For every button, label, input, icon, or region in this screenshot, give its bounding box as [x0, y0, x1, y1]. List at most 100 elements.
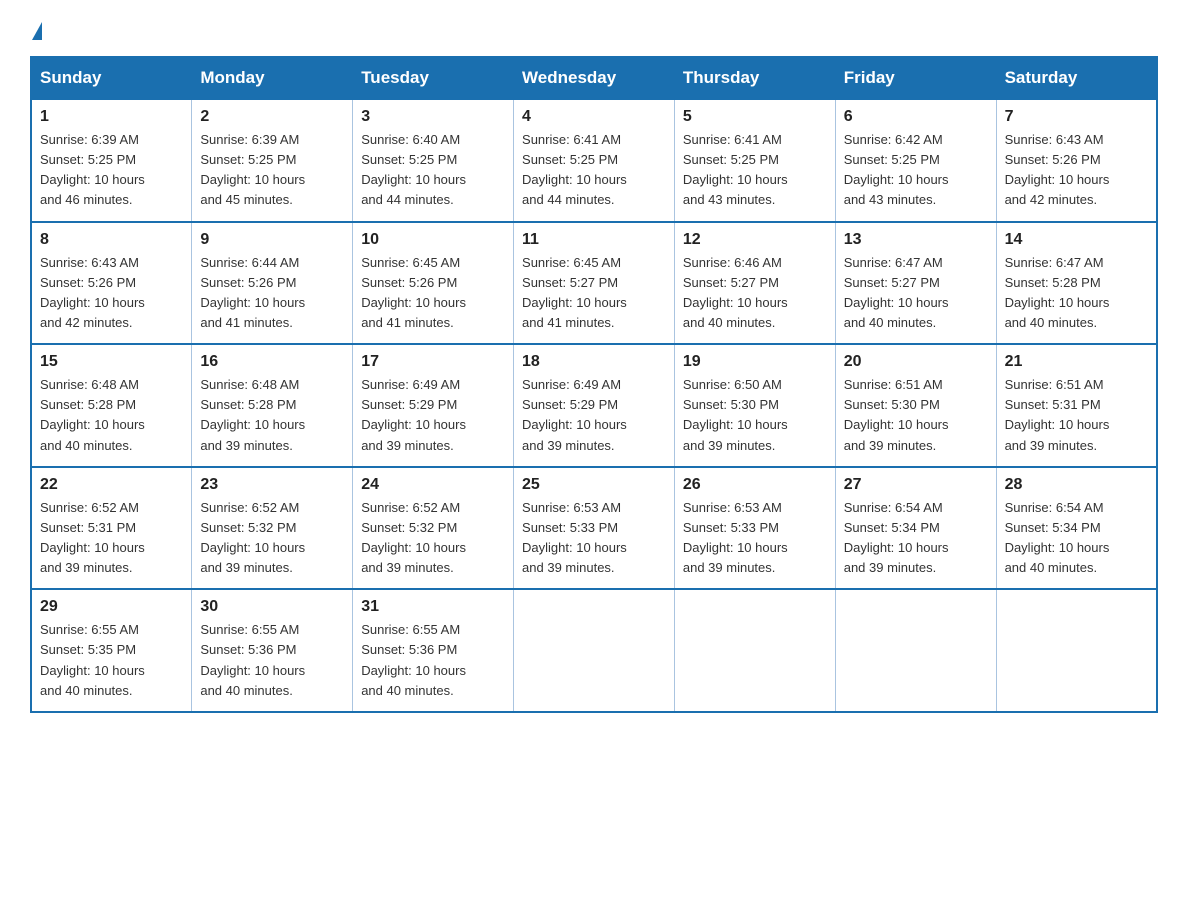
- calendar-cell: [514, 589, 675, 712]
- day-info: Sunrise: 6:53 AMSunset: 5:33 PMDaylight:…: [683, 498, 827, 579]
- calendar-cell: 7 Sunrise: 6:43 AMSunset: 5:26 PMDaylight…: [996, 99, 1157, 222]
- day-number: 11: [522, 231, 666, 249]
- calendar-cell: 21 Sunrise: 6:51 AMSunset: 5:31 PMDayligh…: [996, 344, 1157, 467]
- day-number: 16: [200, 353, 344, 371]
- calendar-table: SundayMondayTuesdayWednesdayThursdayFrid…: [30, 56, 1158, 713]
- calendar-cell: 1 Sunrise: 6:39 AMSunset: 5:25 PMDaylight…: [31, 99, 192, 222]
- calendar-cell: 15 Sunrise: 6:48 AMSunset: 5:28 PMDayligh…: [31, 344, 192, 467]
- day-number: 5: [683, 108, 827, 126]
- day-info: Sunrise: 6:43 AMSunset: 5:26 PMDaylight:…: [1005, 130, 1148, 211]
- day-info: Sunrise: 6:49 AMSunset: 5:29 PMDaylight:…: [522, 375, 666, 456]
- day-info: Sunrise: 6:55 AMSunset: 5:36 PMDaylight:…: [361, 620, 505, 701]
- weekday-header-saturday: Saturday: [996, 57, 1157, 99]
- day-info: Sunrise: 6:40 AMSunset: 5:25 PMDaylight:…: [361, 130, 505, 211]
- day-number: 8: [40, 231, 183, 249]
- day-info: Sunrise: 6:48 AMSunset: 5:28 PMDaylight:…: [200, 375, 344, 456]
- calendar-cell: 9 Sunrise: 6:44 AMSunset: 5:26 PMDaylight…: [192, 222, 353, 345]
- calendar-cell: 25 Sunrise: 6:53 AMSunset: 5:33 PMDayligh…: [514, 467, 675, 590]
- calendar-cell: 16 Sunrise: 6:48 AMSunset: 5:28 PMDayligh…: [192, 344, 353, 467]
- calendar-cell: 24Sunrise: 6:52 AMSunset: 5:32 PMDayligh…: [353, 467, 514, 590]
- calendar-cell: 8 Sunrise: 6:43 AMSunset: 5:26 PMDaylight…: [31, 222, 192, 345]
- calendar-cell: 3 Sunrise: 6:40 AMSunset: 5:25 PMDaylight…: [353, 99, 514, 222]
- calendar-cell: 31 Sunrise: 6:55 AMSunset: 5:36 PMDayligh…: [353, 589, 514, 712]
- calendar-cell: 29 Sunrise: 6:55 AMSunset: 5:35 PMDayligh…: [31, 589, 192, 712]
- calendar-cell: [996, 589, 1157, 712]
- calendar-cell: 11 Sunrise: 6:45 AMSunset: 5:27 PMDayligh…: [514, 222, 675, 345]
- calendar-week-row: 15 Sunrise: 6:48 AMSunset: 5:28 PMDayligh…: [31, 344, 1157, 467]
- calendar-header-row: SundayMondayTuesdayWednesdayThursdayFrid…: [31, 57, 1157, 99]
- day-number: 3: [361, 108, 505, 126]
- day-info: Sunrise: 6:44 AMSunset: 5:26 PMDaylight:…: [200, 253, 344, 334]
- weekday-header-wednesday: Wednesday: [514, 57, 675, 99]
- calendar-cell: 28 Sunrise: 6:54 AMSunset: 5:34 PMDayligh…: [996, 467, 1157, 590]
- day-number: 17: [361, 353, 505, 371]
- day-info: Sunrise: 6:47 AMSunset: 5:27 PMDaylight:…: [844, 253, 988, 334]
- calendar-cell: 26 Sunrise: 6:53 AMSunset: 5:33 PMDayligh…: [674, 467, 835, 590]
- day-info: Sunrise: 6:55 AMSunset: 5:35 PMDaylight:…: [40, 620, 183, 701]
- day-number: 21: [1005, 353, 1148, 371]
- calendar-cell: 5 Sunrise: 6:41 AMSunset: 5:25 PMDaylight…: [674, 99, 835, 222]
- calendar-week-row: 8 Sunrise: 6:43 AMSunset: 5:26 PMDaylight…: [31, 222, 1157, 345]
- day-info: Sunrise: 6:39 AMSunset: 5:25 PMDaylight:…: [40, 130, 183, 211]
- day-number: 10: [361, 231, 505, 249]
- day-info: Sunrise: 6:52 AMSunset: 5:31 PMDaylight:…: [40, 498, 183, 579]
- calendar-cell: 18Sunrise: 6:49 AMSunset: 5:29 PMDayligh…: [514, 344, 675, 467]
- day-number: 24: [361, 476, 505, 494]
- page-header: [30, 20, 1158, 38]
- calendar-cell: 10Sunrise: 6:45 AMSunset: 5:26 PMDayligh…: [353, 222, 514, 345]
- day-info: Sunrise: 6:53 AMSunset: 5:33 PMDaylight:…: [522, 498, 666, 579]
- calendar-cell: 2Sunrise: 6:39 AMSunset: 5:25 PMDaylight…: [192, 99, 353, 222]
- calendar-cell: 23Sunrise: 6:52 AMSunset: 5:32 PMDayligh…: [192, 467, 353, 590]
- day-number: 27: [844, 476, 988, 494]
- day-number: 15: [40, 353, 183, 371]
- day-number: 30: [200, 598, 344, 616]
- day-number: 26: [683, 476, 827, 494]
- calendar-cell: 6Sunrise: 6:42 AMSunset: 5:25 PMDaylight…: [835, 99, 996, 222]
- calendar-cell: 14 Sunrise: 6:47 AMSunset: 5:28 PMDayligh…: [996, 222, 1157, 345]
- day-info: Sunrise: 6:51 AMSunset: 5:31 PMDaylight:…: [1005, 375, 1148, 456]
- day-info: Sunrise: 6:50 AMSunset: 5:30 PMDaylight:…: [683, 375, 827, 456]
- day-info: Sunrise: 6:43 AMSunset: 5:26 PMDaylight:…: [40, 253, 183, 334]
- calendar-cell: 12Sunrise: 6:46 AMSunset: 5:27 PMDayligh…: [674, 222, 835, 345]
- calendar-cell: [835, 589, 996, 712]
- day-info: Sunrise: 6:45 AMSunset: 5:27 PMDaylight:…: [522, 253, 666, 334]
- day-number: 9: [200, 231, 344, 249]
- day-number: 22: [40, 476, 183, 494]
- day-number: 19: [683, 353, 827, 371]
- day-number: 20: [844, 353, 988, 371]
- weekday-header-monday: Monday: [192, 57, 353, 99]
- day-number: 4: [522, 108, 666, 126]
- calendar-week-row: 29 Sunrise: 6:55 AMSunset: 5:35 PMDayligh…: [31, 589, 1157, 712]
- day-info: Sunrise: 6:54 AMSunset: 5:34 PMDaylight:…: [1005, 498, 1148, 579]
- day-number: 31: [361, 598, 505, 616]
- day-info: Sunrise: 6:39 AMSunset: 5:25 PMDaylight:…: [200, 130, 344, 211]
- weekday-header-friday: Friday: [835, 57, 996, 99]
- day-info: Sunrise: 6:47 AMSunset: 5:28 PMDaylight:…: [1005, 253, 1148, 334]
- day-info: Sunrise: 6:48 AMSunset: 5:28 PMDaylight:…: [40, 375, 183, 456]
- day-number: 25: [522, 476, 666, 494]
- day-info: Sunrise: 6:49 AMSunset: 5:29 PMDaylight:…: [361, 375, 505, 456]
- calendar-cell: 13 Sunrise: 6:47 AMSunset: 5:27 PMDayligh…: [835, 222, 996, 345]
- day-number: 1: [40, 108, 183, 126]
- calendar-cell: 27Sunrise: 6:54 AMSunset: 5:34 PMDayligh…: [835, 467, 996, 590]
- logo-triangle-icon: [32, 22, 42, 40]
- calendar-week-row: 1 Sunrise: 6:39 AMSunset: 5:25 PMDaylight…: [31, 99, 1157, 222]
- day-number: 12: [683, 231, 827, 249]
- calendar-week-row: 22 Sunrise: 6:52 AMSunset: 5:31 PMDayligh…: [31, 467, 1157, 590]
- day-number: 28: [1005, 476, 1148, 494]
- calendar-cell: 17 Sunrise: 6:49 AMSunset: 5:29 PMDayligh…: [353, 344, 514, 467]
- day-info: Sunrise: 6:41 AMSunset: 5:25 PMDaylight:…: [683, 130, 827, 211]
- day-number: 7: [1005, 108, 1148, 126]
- day-number: 29: [40, 598, 183, 616]
- weekday-header-sunday: Sunday: [31, 57, 192, 99]
- logo: [30, 20, 44, 38]
- day-number: 13: [844, 231, 988, 249]
- calendar-cell: 20Sunrise: 6:51 AMSunset: 5:30 PMDayligh…: [835, 344, 996, 467]
- calendar-cell: [674, 589, 835, 712]
- calendar-cell: 4 Sunrise: 6:41 AMSunset: 5:25 PMDaylight…: [514, 99, 675, 222]
- weekday-header-tuesday: Tuesday: [353, 57, 514, 99]
- day-number: 23: [200, 476, 344, 494]
- day-number: 14: [1005, 231, 1148, 249]
- calendar-cell: 22 Sunrise: 6:52 AMSunset: 5:31 PMDayligh…: [31, 467, 192, 590]
- day-info: Sunrise: 6:41 AMSunset: 5:25 PMDaylight:…: [522, 130, 666, 211]
